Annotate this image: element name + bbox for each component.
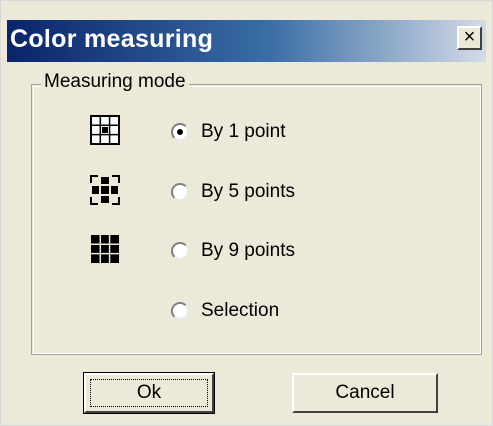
grid-9-points-icon (91, 235, 119, 263)
radio-option-5-points[interactable]: By 5 points (171, 181, 295, 203)
radio-button[interactable] (171, 123, 189, 141)
radio-label: By 9 points (201, 240, 295, 261)
radio-button[interactable] (171, 302, 189, 320)
radio-label: By 5 points (201, 181, 295, 202)
color-measuring-dialog: Color measuring × Measuring mode By 1 po… (0, 0, 493, 426)
radio-button[interactable] (171, 242, 189, 260)
measuring-mode-legend: Measuring mode (41, 71, 189, 93)
radio-label: By 1 point (201, 121, 286, 142)
radio-option-9-points[interactable]: By 9 points (171, 240, 295, 262)
radio-button[interactable] (171, 183, 189, 201)
ok-button[interactable]: Ok (83, 372, 215, 414)
close-button[interactable]: × (457, 26, 482, 50)
radio-label: Selection (201, 300, 280, 321)
window-title: Color measuring (10, 25, 214, 53)
title-bar[interactable]: Color measuring × (7, 20, 486, 62)
close-icon: × (463, 26, 476, 48)
radio-option-1-point[interactable]: By 1 point (171, 121, 286, 143)
cancel-button-label: Cancel (335, 382, 395, 403)
cancel-button[interactable]: Cancel (292, 373, 438, 413)
grid-5-points-icon (90, 175, 120, 205)
radio-option-selection[interactable]: Selection (171, 300, 279, 322)
grid-1-point-icon (90, 115, 120, 145)
focus-rectangle (90, 379, 208, 407)
